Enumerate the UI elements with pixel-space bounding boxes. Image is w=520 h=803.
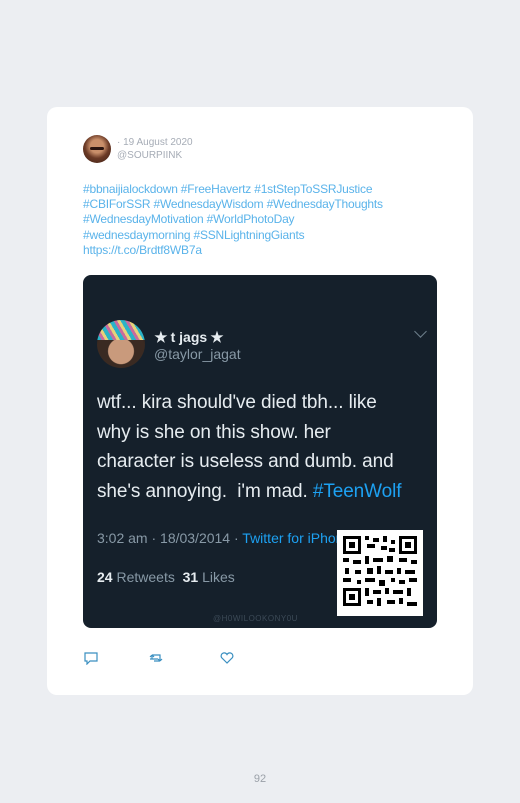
like-count: 31 <box>182 569 199 585</box>
embedded-tweet-screenshot: ✭ t jags ✭ @taylor_jagat wtf... kira sho… <box>83 275 437 628</box>
tweet-timestamp: 3:02 am · 18/03/2014 · Twitter for iPhon… <box>97 530 351 546</box>
hashtags-block: #bbnaijialockdown #FreeHavertz #1stStepT… <box>83 182 443 258</box>
tweet-text-line: wtf... kira should've died tbh... like <box>97 392 377 413</box>
tweet-hashtag: #TeenWolf <box>312 480 402 502</box>
qr-code <box>337 530 423 616</box>
post-card: · 19 August 2020 @SOURPIINK #bbnaijialoc… <box>47 107 473 695</box>
tweet-text-line: she's annoying. i'm mad. #TeenWolf <box>97 477 427 507</box>
heart-icon[interactable] <box>219 651 235 665</box>
post-handle[interactable]: @SOURPIINK <box>117 149 193 162</box>
retweet-icon[interactable] <box>149 651 165 665</box>
tweet-stats: 24 Retweets 31 Likes <box>97 569 235 585</box>
qr-code-graphic <box>343 536 417 606</box>
retweet-count: 24 <box>97 569 113 585</box>
tweet-display-name: ✭ t jags ✭ <box>155 329 223 345</box>
page-number: 92 <box>253 773 267 785</box>
tweet-text: wtf... kira should've died tbh... like w… <box>97 388 427 506</box>
hashtag-line[interactable]: #bbnaijialockdown #FreeHavertz #1stStepT… <box>83 182 443 197</box>
tweet-time: 3:02 am · 18/03/2014 · <box>97 530 243 546</box>
chevron-down-icon <box>414 325 427 338</box>
tweet-text-line: why is she on this show. her <box>97 421 331 443</box>
tweet-handle: @taylor_jagat <box>154 346 241 362</box>
watermark: @H0WILOOKONY0U <box>213 614 298 623</box>
tweet-source: Twitter for iPhone <box>242 530 352 546</box>
tweet-avatar <box>97 320 145 368</box>
avatar[interactable] <box>83 135 111 163</box>
tweet-link[interactable]: https://t.co/Brdtf8WB7a <box>83 243 443 258</box>
reply-icon[interactable] <box>83 651 99 665</box>
like-label: Likes <box>202 569 235 585</box>
hashtag-line[interactable]: #WednesdayMotivation #WorldPhotoDay <box>83 212 443 227</box>
post-meta: · 19 August 2020 @SOURPIINK <box>117 136 193 162</box>
hashtag-line[interactable]: #CBIForSSR #WednesdayWisdom #WednesdayTh… <box>83 197 443 212</box>
tweet-text-part: she's annoying. i'm mad. <box>97 480 313 502</box>
tweet-text-line: character is useless and dumb. and <box>97 451 394 472</box>
post-date: · 19 August 2020 <box>117 137 193 148</box>
retweet-label: Retweets <box>116 569 175 585</box>
hashtag-line[interactable]: #wednesdaymorning #SSNLightningGiants <box>83 228 443 243</box>
